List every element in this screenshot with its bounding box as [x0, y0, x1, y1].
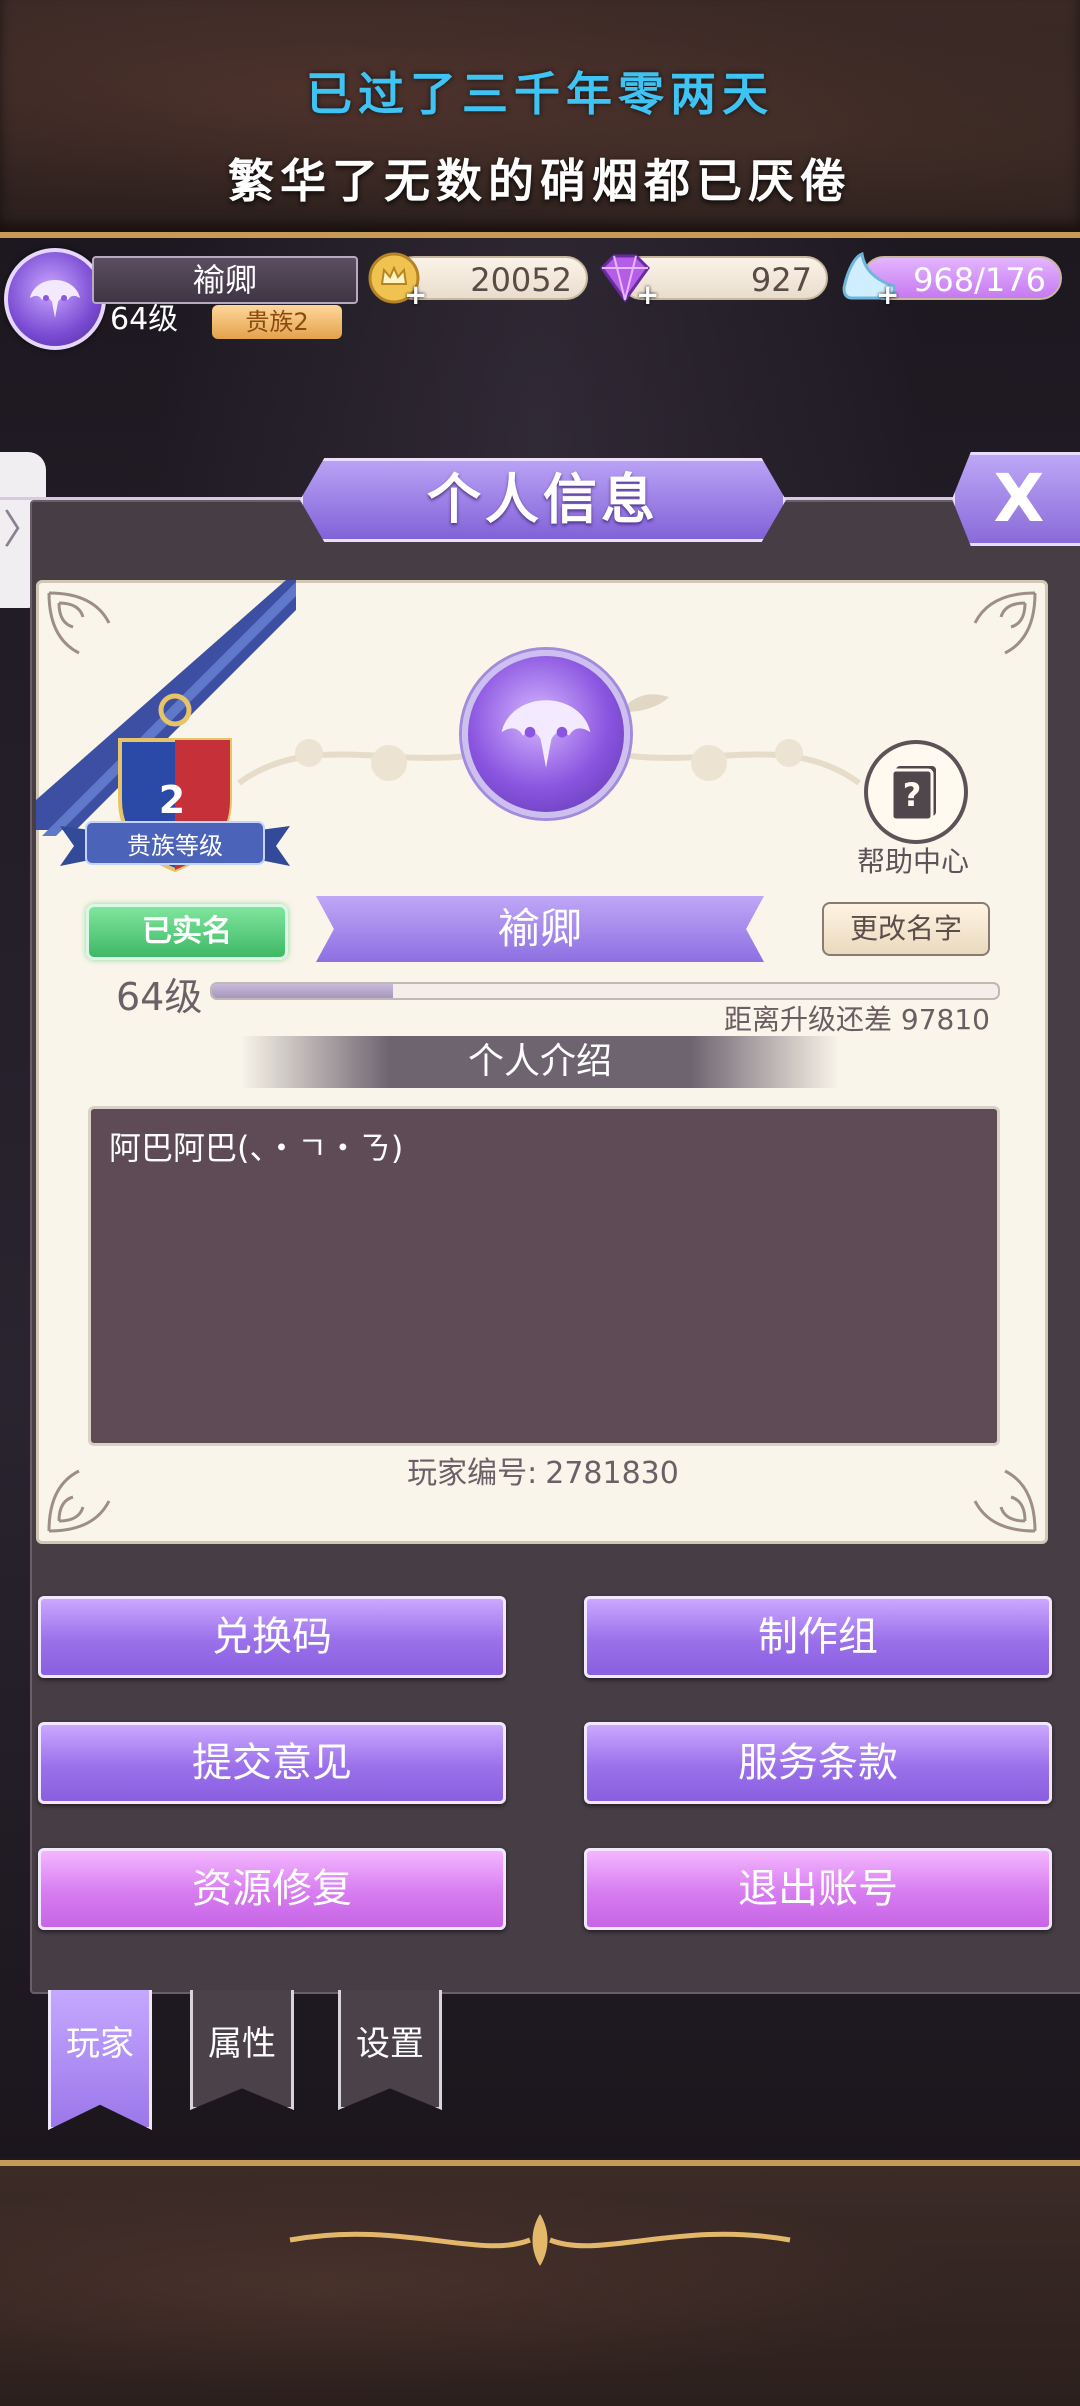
panel-title: 个人信息 [300, 458, 786, 542]
player-level: 64级 [110, 302, 179, 337]
lyric-line-1: 已过了三千年零两天 [306, 67, 774, 121]
player-name: 褕卿 [92, 256, 358, 304]
verified-badge: 已实名 [86, 904, 288, 960]
player-id-value: 2781830 [545, 1456, 679, 1491]
lyric-line-2: 繁华了无数的硝烟都已厌倦 [228, 154, 852, 208]
rename-button[interactable]: 更改名字 [822, 902, 990, 956]
lyrics-banner: 已过了三千年零两天 繁华了无数的硝烟都已厌倦 [0, 0, 1080, 238]
help-center-label[interactable]: 帮助中心 [842, 840, 984, 880]
gold-ornament [289, 2214, 791, 2266]
add-stamina-icon[interactable]: + [876, 278, 899, 311]
feedback-button[interactable]: 提交意见 [38, 1722, 506, 1804]
noble-badge[interactable]: 贵族2 [212, 305, 342, 339]
credits-button[interactable]: 制作组 [584, 1596, 1052, 1678]
add-gold-icon[interactable]: + [404, 278, 427, 311]
logout-button[interactable]: 退出账号 [584, 1848, 1052, 1930]
redeem-code-button[interactable]: 兑换码 [38, 1596, 506, 1678]
terms-button[interactable]: 服务条款 [584, 1722, 1052, 1804]
profile-level: 64级 [116, 975, 203, 1019]
intro-header: 个人介绍 [240, 1036, 840, 1088]
profile-avatar[interactable] [462, 650, 630, 818]
player-id-row: 玩家编号: 2781830 [36, 1448, 1042, 1492]
svg-text:?: ? [903, 776, 922, 814]
help-book-icon: ? [890, 766, 936, 822]
player-id-label: 玩家编号: [407, 1456, 538, 1491]
intro-textbox[interactable]: 阿巴阿巴(、・ㄱ・ㄋ) [88, 1106, 1000, 1446]
profile-name: 褕卿 [316, 896, 764, 962]
xp-progress-fill [212, 984, 393, 998]
help-center-button[interactable]: ? [864, 740, 968, 844]
resource-repair-button[interactable]: 资源修复 [38, 1848, 506, 1930]
corner-ornament [973, 591, 1037, 655]
jester-mask-icon [30, 280, 80, 318]
xp-remaining: 距离升级还差 97810 [724, 1003, 990, 1036]
jester-mask-icon [501, 700, 591, 768]
player-avatar[interactable] [4, 248, 106, 350]
add-gem-icon[interactable]: + [636, 278, 659, 311]
bottom-frame [0, 2160, 1080, 2406]
noble-level-label: 贵族等级 [127, 832, 223, 860]
intro-header-label: 个人介绍 [467, 1041, 612, 1082]
close-button[interactable]: X [952, 452, 1080, 546]
intro-text: 阿巴阿巴(、・ㄱ・ㄋ) [109, 1129, 404, 1167]
